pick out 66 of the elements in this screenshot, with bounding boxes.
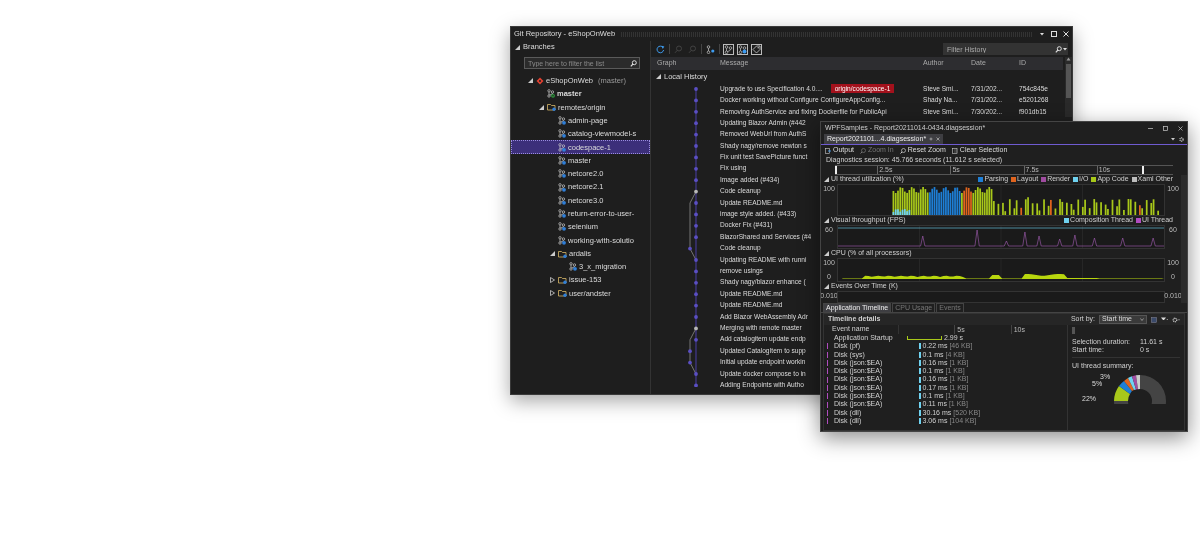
magnifier-icon	[860, 147, 866, 154]
duration-bar	[907, 336, 942, 341]
branch-icon	[724, 44, 733, 54]
expand-arrow-icon[interactable]	[824, 251, 829, 256]
expand-arrow-icon[interactable]	[549, 277, 555, 284]
expand-arrow-icon[interactable]	[549, 251, 555, 256]
document-icon	[951, 147, 958, 154]
expand-arrow-icon[interactable]	[549, 290, 555, 297]
branch-icon	[558, 235, 566, 245]
tag-icon	[752, 44, 761, 54]
branch-icon	[558, 142, 566, 152]
folder-icon	[547, 103, 556, 112]
minimize-icon[interactable]	[1148, 125, 1153, 131]
branch-icon	[569, 262, 577, 272]
scrollbar[interactable]	[1065, 57, 1072, 117]
grid-icon[interactable]	[1151, 316, 1157, 323]
refresh-icon	[656, 44, 665, 54]
scroll-up-icon[interactable]	[1066, 57, 1071, 61]
expand-arrow-icon[interactable]	[656, 74, 661, 79]
branch-icon	[738, 44, 747, 54]
search-icon	[674, 44, 683, 54]
branch-icon	[558, 169, 566, 179]
folder-icon	[558, 249, 567, 258]
expand-arrow-icon[interactable]	[824, 284, 829, 289]
caret-icon	[1140, 318, 1144, 321]
search-icon	[630, 59, 637, 67]
output-icon	[825, 147, 831, 154]
toolbar-button[interactable]	[751, 43, 762, 55]
donut-chart-drawing	[1112, 373, 1168, 404]
caret-icon[interactable]	[1171, 137, 1175, 141]
toolbar-button[interactable]	[655, 43, 666, 55]
search-icon	[688, 44, 697, 54]
expand-arrow-icon[interactable]	[824, 218, 829, 223]
folder-icon	[558, 276, 567, 285]
scroll-handle[interactable]	[1072, 327, 1075, 334]
dropdown-icon[interactable]	[1039, 31, 1045, 37]
gear-icon[interactable]	[1179, 137, 1184, 142]
expand-arrow-icon[interactable]	[824, 177, 829, 182]
maximize-icon[interactable]	[1163, 125, 1168, 131]
expand-arrow-icon[interactable]	[515, 44, 520, 50]
close-icon[interactable]	[1063, 31, 1069, 37]
toolbar-button[interactable]	[723, 43, 734, 55]
branch-icon	[547, 89, 555, 99]
toolbar-button[interactable]	[737, 43, 748, 55]
branch-icon	[558, 155, 566, 165]
expand-arrow-icon[interactable]	[538, 104, 544, 110]
filter-icon[interactable]	[1161, 317, 1168, 322]
scrollbar[interactable]	[1181, 175, 1187, 303]
branch-icon	[706, 44, 715, 54]
folder-icon	[558, 289, 567, 298]
settings-icon[interactable]	[1172, 316, 1180, 323]
repository-icon	[536, 76, 544, 85]
toolbar-button[interactable]	[705, 43, 716, 55]
branch-icon	[558, 195, 566, 205]
branch-icon	[558, 182, 566, 192]
branch-icon	[558, 222, 566, 232]
magnifier-icon	[899, 147, 906, 154]
close-icon[interactable]	[1178, 125, 1183, 131]
category-marker	[827, 418, 828, 425]
branch-icon	[558, 116, 566, 126]
maximize-icon[interactable]	[1051, 31, 1057, 37]
expand-arrow-icon[interactable]	[527, 78, 533, 84]
branch-icon	[558, 209, 566, 219]
branch-icon	[558, 129, 566, 139]
search-icon	[1055, 45, 1062, 53]
caret-icon[interactable]	[1063, 47, 1067, 51]
